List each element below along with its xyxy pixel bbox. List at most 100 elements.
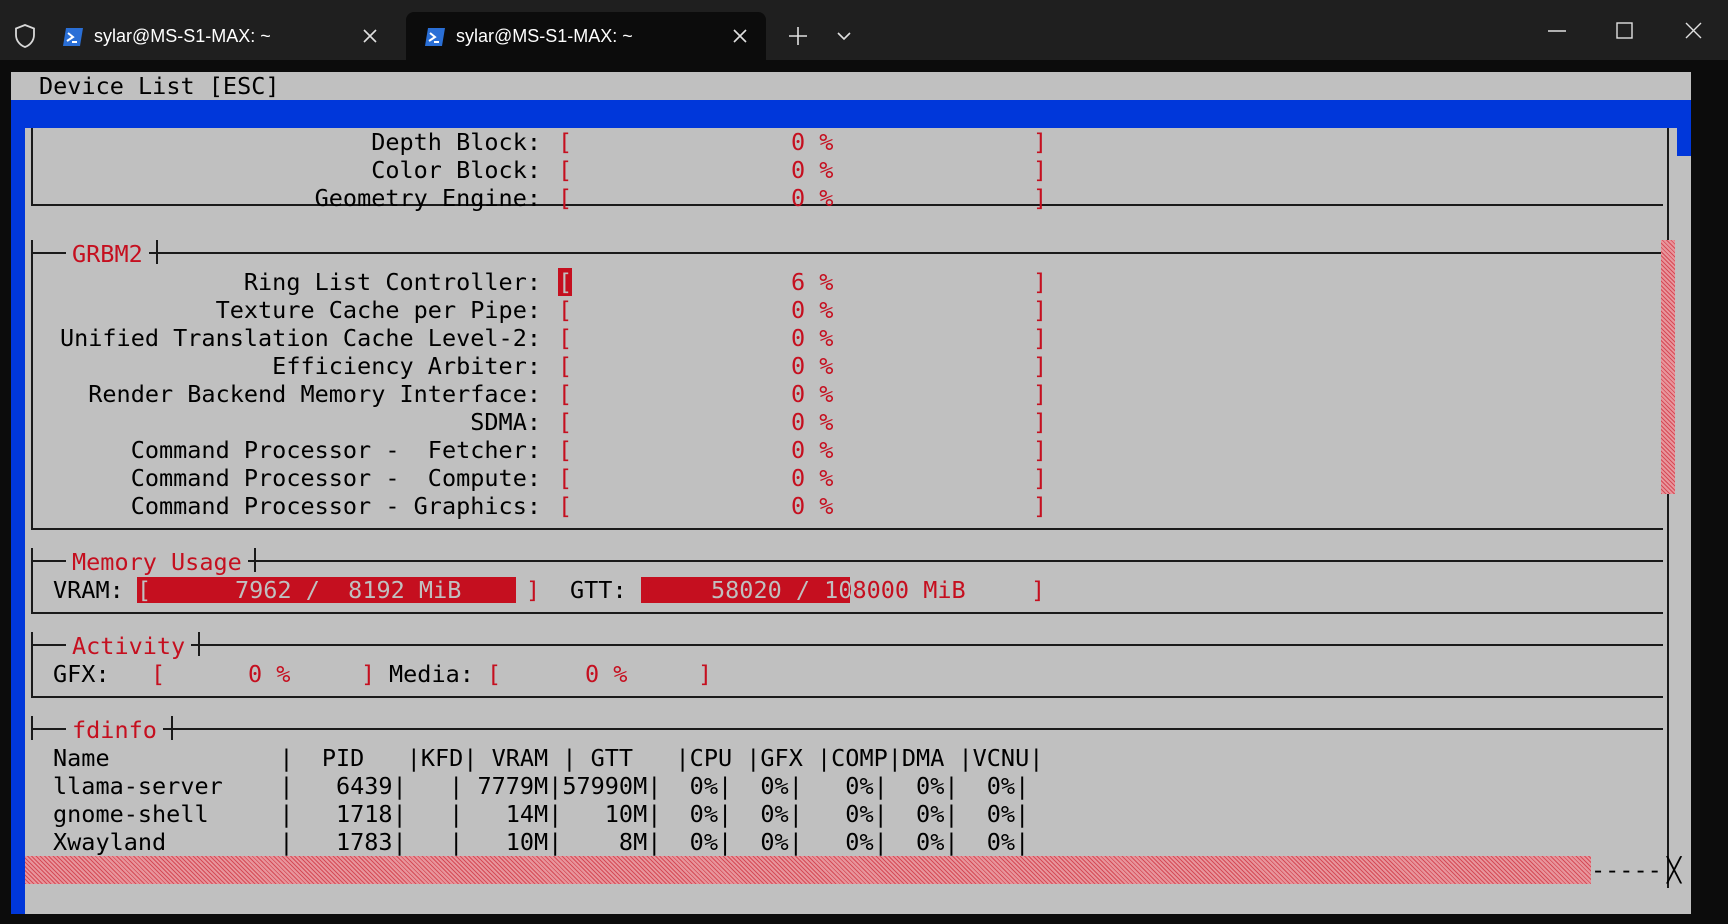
bar-open-filled: [: [137, 576, 152, 604]
chevron-down-icon[interactable]: [836, 30, 852, 42]
metric-label: Ring List Controller:: [243, 268, 541, 296]
metric-value: 0 %: [791, 156, 834, 184]
bar-close: ]: [1033, 268, 1048, 296]
bar-close: ]: [1033, 184, 1048, 212]
section-border: [31, 560, 1663, 562]
vertical-scrollbar-thumb[interactable]: [1661, 240, 1675, 494]
bar-open: [: [558, 408, 573, 436]
close-tab-icon[interactable]: [732, 28, 748, 44]
bar-close: ]: [1031, 576, 1046, 604]
metric-value: 0 %: [791, 352, 834, 380]
gfx-value: 0 %: [248, 660, 291, 688]
horizontal-scrollbar-thumb[interactable]: [25, 856, 1591, 884]
tab-title: sylar@MS-S1-MAX: ~: [94, 26, 271, 46]
close-window-button[interactable]: [1685, 22, 1702, 39]
table-row[interactable]: gnome-shell | 1718| | 14M| 10M| 0%| 0%| …: [53, 800, 1029, 828]
bar-close: ]: [1033, 436, 1048, 464]
bar-open: [: [641, 576, 656, 604]
metric-label: Color Block:: [371, 156, 541, 184]
section-title-activity: Activity: [66, 632, 192, 660]
bar-open: [: [558, 156, 573, 184]
bar-close: ]: [1033, 408, 1048, 436]
powershell-icon: [63, 28, 83, 46]
table-row[interactable]: Xwayland | 1783| | 10M| 8M| 0%| 0%| 0%| …: [53, 828, 1029, 856]
metric-label: Unified Translation Cache Level-2:: [59, 324, 541, 352]
vram-value: 7962 / 8192 MiB: [235, 576, 462, 604]
bar-open: [: [487, 660, 502, 688]
tab-active[interactable]: sylar@MS-S1-MAX: ~: [406, 12, 766, 60]
bar-close: ]: [1033, 296, 1048, 324]
top-blue-bar: [11, 100, 1691, 128]
bar-open: [: [558, 128, 573, 156]
scroll-end-marker: -----: [1591, 856, 1662, 884]
metric-value: 0 %: [791, 380, 834, 408]
tab-title: sylar@MS-S1-MAX: ~: [456, 26, 633, 46]
title-bar: sylar@MS-S1-MAX: ~ sylar@MS-S1-MAX: ~: [0, 0, 1728, 60]
bar-close: ]: [1033, 156, 1048, 184]
powershell-icon: [425, 28, 445, 46]
section-border: [31, 528, 1663, 530]
gtt-bar: [ 58020 / 108000 MiB ]: [641, 576, 1045, 604]
media-value: 0 %: [585, 660, 628, 688]
bar-close: ]: [526, 576, 541, 604]
metric-label: Efficiency Arbiter:: [272, 352, 541, 380]
vram-bar: [ 7962 / 8192 MiB ]: [137, 576, 541, 604]
bar-close: ]: [361, 660, 376, 688]
metric-value: 0 %: [791, 184, 834, 212]
section-border: [31, 612, 1663, 614]
gfx-label: GFX:: [53, 660, 110, 688]
left-blue-bar: [11, 128, 25, 914]
metric-value: 0 %: [791, 408, 834, 436]
right-blue-bar: [1677, 128, 1691, 156]
bar-open: [: [558, 464, 573, 492]
shield-icon: [15, 24, 35, 48]
metric-value: 6 %: [791, 268, 834, 296]
metric-label: Depth Block:: [371, 128, 541, 156]
media-label: Media:: [389, 660, 474, 688]
metric-label: Texture Cache per Pipe:: [215, 296, 541, 324]
terminal-view[interactable]: Device List [ESC] Depth Block: [ 0 % ] C…: [11, 72, 1691, 914]
metric-label: SDMA:: [470, 408, 541, 436]
device-list-header[interactable]: Device List [ESC]: [39, 72, 280, 100]
section-border: [31, 696, 1663, 698]
metric-value: 0 %: [791, 436, 834, 464]
section-border: [171, 716, 173, 740]
section-border: [156, 240, 158, 264]
table-row[interactable]: llama-server | 6439| | 7779M|57990M| 0%|…: [53, 772, 1029, 800]
metric-value: 0 %: [791, 324, 834, 352]
bar-close: ]: [1033, 128, 1048, 156]
bar-close: ]: [1033, 380, 1048, 408]
bar-close: ]: [1033, 464, 1048, 492]
bar-open: [: [558, 380, 573, 408]
bar-open: [: [558, 352, 573, 380]
section-border: [31, 632, 33, 696]
close-tab-icon[interactable]: [362, 28, 378, 44]
bar-open: [: [558, 436, 573, 464]
vram-label: VRAM:: [53, 576, 124, 604]
scroll-corner: ╳: [1667, 856, 1682, 884]
section-border: [31, 252, 1663, 254]
bar-close: ]: [1033, 492, 1048, 520]
section-title-fdinfo: fdinfo: [66, 716, 163, 744]
metric-label: Command Processor - Compute:: [130, 464, 541, 492]
gtt-value: 58020 / 108000 MiB: [711, 576, 966, 604]
bar-open: [: [558, 296, 573, 324]
metric-label: Command Processor - Graphics:: [130, 492, 541, 520]
metric-label: Command Processor - Fetcher:: [130, 436, 541, 464]
maximize-button[interactable]: [1616, 22, 1633, 39]
bar-open: [: [558, 324, 573, 352]
section-border: [31, 644, 1663, 646]
table-header: Name | PID |KFD| VRAM | GTT |CPU |GFX |C…: [53, 744, 1044, 772]
section-border: [31, 548, 33, 612]
metric-value: 0 %: [791, 464, 834, 492]
metric-value: 0 %: [791, 492, 834, 520]
bar-open: [: [558, 184, 573, 212]
bar-open: [: [558, 492, 573, 520]
section-border: [254, 548, 256, 572]
minimize-button[interactable]: [1548, 29, 1566, 33]
new-tab-button[interactable]: [788, 26, 808, 46]
metric-label: Geometry Engine:: [314, 184, 541, 212]
metric-value: 0 %: [791, 128, 834, 156]
metric-value: 0 %: [791, 296, 834, 324]
tab-inactive[interactable]: sylar@MS-S1-MAX: ~: [44, 12, 396, 60]
